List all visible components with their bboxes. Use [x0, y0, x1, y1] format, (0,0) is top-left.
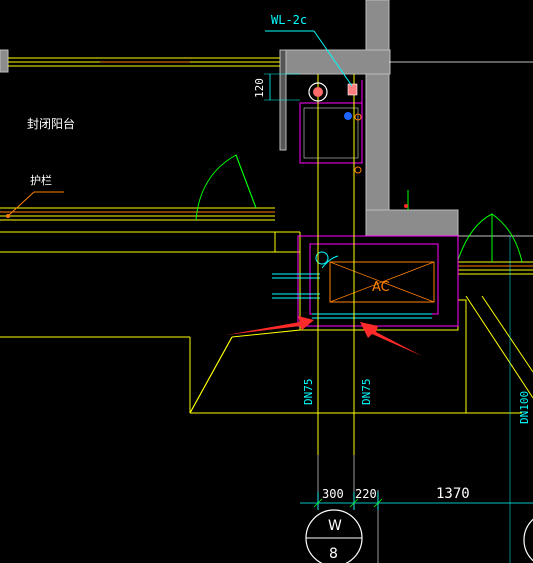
axis-letter: W: [328, 518, 342, 534]
railing-label: 护栏: [30, 173, 52, 187]
pipe-tag-label: WL-2c: [271, 13, 307, 27]
riser-symbols: [308, 82, 408, 208]
drain-pipe-icon: [347, 83, 358, 96]
ac-unit: AC: [329, 261, 435, 303]
concrete-walls: [279, 0, 459, 237]
floor-plan-drawing: AC WL-2c 120 封闭阳台 护栏 DN75 DN75 DN100 300…: [0, 0, 533, 563]
water-pipe-icon: [344, 112, 352, 120]
arrow-left-icon: [226, 316, 314, 335]
riser-fill-icon: [313, 87, 323, 97]
room-label: 封闭阳台: [27, 116, 75, 131]
ac-label: AC: [372, 280, 390, 295]
dim-300-label: 300: [322, 487, 344, 501]
dim-120-label: 120: [253, 78, 266, 98]
dn75-right-label: DN75: [360, 379, 373, 406]
railing-leader: 护栏: [6, 173, 64, 218]
door-arc-right: [457, 213, 523, 263]
axis-bubble: W 8: [305, 509, 363, 563]
arrow-right-icon: [360, 322, 422, 356]
wall-vertical: [365, 0, 390, 213]
dimension-120: 120: [253, 73, 300, 101]
dn100-label: DN100: [518, 391, 531, 424]
dim-1370-label: 1370: [436, 486, 470, 502]
axis-number: 8: [329, 546, 338, 562]
shaft-upper: [299, 102, 363, 164]
cad-drawing-canvas[interactable]: AC WL-2c 120 封闭阳台 护栏 DN75 DN75 DN100 300…: [0, 0, 533, 563]
axis-bubble-partial: [523, 518, 533, 562]
dim-220-label: 220: [355, 487, 377, 501]
annotation-arrows: [226, 316, 422, 356]
wall-lower-beam: [365, 209, 459, 237]
door-arc-left: [195, 154, 257, 221]
dn75-left-label: DN75: [302, 379, 315, 406]
